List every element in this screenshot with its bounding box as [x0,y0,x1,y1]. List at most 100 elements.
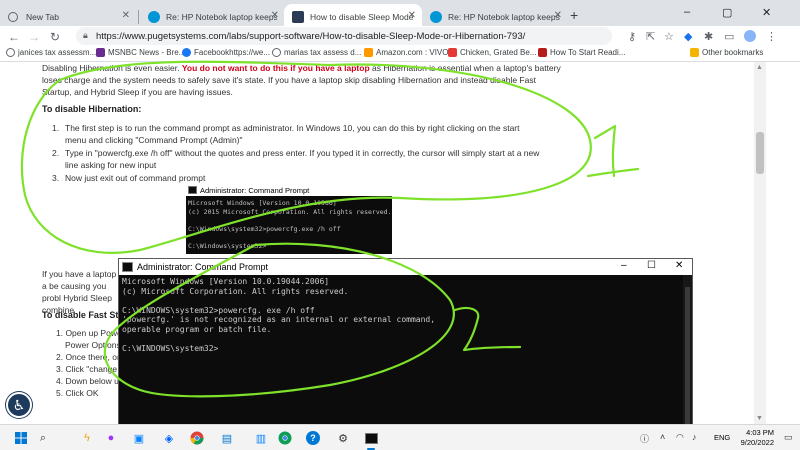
chrome-icon[interactable] [188,429,206,447]
close-tab-icon[interactable]: ✕ [122,10,130,21]
cmd-screenshot-image: Administrator: Command Prompt Microsoft … [186,184,392,254]
close-tab-icon[interactable]: ✕ [271,10,279,21]
fast-startup-steps: 1. Open up Power Power Options 2. Once t… [56,327,126,399]
scroll-thumb[interactable] [756,132,764,174]
folder-icon [690,48,699,57]
list-item: 3. Click "change [56,364,118,374]
lock-icon[interactable]: 🔒︎ [83,30,88,41]
tab-label: Re: HP Notebok laptop keeps sh [166,12,277,22]
puzzle-icon[interactable]: ✱ [704,30,713,43]
cmd-taskbar-icon[interactable] [362,429,380,450]
bookmark-label: Facebookhttps://we... [194,48,271,57]
bookmark-label: Other bookmarks [702,48,764,57]
scroll-up-arrow-icon[interactable]: ▲ [756,64,763,71]
hp-logo-icon [430,11,442,23]
cmd-console-output[interactable]: Microsoft Windows [Version 10.0.19044.20… [119,275,684,429]
notification-icon[interactable]: ▭ [784,432,793,443]
system-clock[interactable]: 4:03 PM 9/20/2022 [728,428,774,448]
photos-icon[interactable]: ▤ [218,429,236,447]
back-arrow-icon[interactable]: ← [8,30,20,44]
cmd-icon [122,262,133,272]
screenshot-title: Administrator: Command Prompt [200,185,310,195]
list-item: 3. Now just exit out of command prompt [52,172,542,184]
amazon-icon [364,48,373,57]
help-icon[interactable]: ? [304,429,322,447]
chrome-profile-icon[interactable] [276,429,294,447]
command-prompt-window[interactable]: Administrator: Command Prompt – ☐ ✕ Micr… [118,258,693,428]
star-icon[interactable]: ☆ [664,30,674,43]
step-text: Now just exit out of command prompt [65,173,206,183]
chevron-up-icon[interactable]: ˄ [660,432,665,442]
reload-icon[interactable]: ↻ [50,30,60,44]
bookmark-item[interactable]: Amazon.com : VIVO... [364,48,455,57]
help-tray-icon[interactable]: ⓘ [640,432,649,445]
hp-logo-icon [148,11,160,23]
cmd-scrollbar[interactable] [683,275,692,427]
bookmark-label: How To Start Readi... [550,48,626,57]
puget-logo-icon [292,11,304,23]
cmd-scroll-thumb[interactable] [685,287,690,427]
profile-avatar[interactable] [744,30,756,42]
share-icon[interactable]: ⇱ [646,30,655,43]
bookmark-item[interactable]: marias tax assess d... [272,48,361,57]
fast-startup-intro: If you have a laptop a be causing you pr… [42,269,117,315]
minimize-button[interactable]: – [684,6,690,18]
bookmark-item[interactable]: MSNBC News - Bre... [96,48,185,57]
bookmark-item[interactable]: Chicken, Grated Be... [448,48,536,57]
bookmark-item[interactable]: Facebookhttps://we... [182,48,270,57]
page-scrollbar[interactable]: ▲ ▼ [754,62,766,424]
desktop-screen: New Tab ✕ Re: HP Notebok laptop keeps sh… [0,0,800,450]
extension-icon[interactable]: ◆ [684,30,692,43]
key-icon[interactable]: ⚷ [628,30,636,43]
winamp-icon[interactable]: ϟ [78,429,96,447]
recipe-icon [448,48,457,57]
list-item: 5. Click OK [56,388,99,398]
accessibility-icon[interactable]: ♿︎ [6,392,32,418]
cmd-titlebar[interactable]: Administrator: Command Prompt – ☐ ✕ [119,259,692,275]
maximize-button[interactable]: ▢ [722,6,732,19]
menu-kebab-icon[interactable]: ⋮ [766,30,777,43]
list-item: 2. Once there, on [56,352,122,362]
cmd-close-button[interactable]: ✕ [675,260,683,271]
close-tab-icon[interactable]: ✕ [408,10,416,21]
step-text: The first step is to run the command pro… [65,123,520,145]
globe-icon [8,12,18,22]
volume-icon[interactable]: ♪ [692,432,697,442]
bookmark-label: marias tax assess d... [284,48,362,57]
bookmark-item[interactable]: janices tax assessm... [6,48,96,57]
bookmark-label: MSNBC News - Bre... [108,48,186,57]
list-item: 1. Open up Power [56,328,125,338]
tab-label: New Tab [26,12,59,22]
list-item: Power Options [65,340,121,350]
step-number: 2. [52,148,60,158]
settings-gear-icon[interactable]: ⚙ [334,429,352,447]
hibernation-steps: 1. The first step is to run the command p… [52,122,542,185]
close-tab-icon[interactable]: ✕ [554,10,562,21]
cmd-maximize-button[interactable]: ☐ [647,260,656,271]
scroll-down-arrow-icon[interactable]: ▼ [756,415,763,422]
search-icon[interactable]: ⌕ [34,429,52,447]
app-icon[interactable]: ▥ [252,429,270,447]
tab-label: Re: HP Notebok laptop keeps sh [448,12,560,22]
start-windows-icon[interactable] [12,429,30,447]
new-tab-button[interactable]: + [570,7,578,23]
intro-paragraph: Disabling Hibernation is even easier. Yo… [42,62,562,98]
messenger-icon[interactable]: ● [102,429,120,447]
clock-time: 4:03 PM [746,428,774,437]
screenshot-console-text: Microsoft Windows [Version 10.0.10586] (… [188,199,392,250]
dropbox-icon[interactable]: ◈ [160,429,178,447]
forward-arrow-icon[interactable]: → [28,30,40,44]
address-bar[interactable]: 🔒︎ https://www.pugetsystems.com/labs/sup… [76,27,612,45]
wifi-icon[interactable]: ◠ [676,432,684,443]
globe-icon [272,48,281,57]
sidebar-icon[interactable]: ▭ [724,30,734,43]
url-text: https://www.pugetsystems.com/labs/suppor… [96,30,526,42]
close-window-button[interactable]: ✕ [762,6,771,19]
cmd-minimize-button[interactable]: – [621,260,627,271]
other-bookmarks[interactable]: Other bookmarks [690,48,763,57]
facebook-icon [182,48,191,57]
files-icon[interactable]: ▣ [130,429,148,447]
windows-taskbar: ⌕ ϟ ● ▣ ◈ ▤ ▥ ? ⚙ ⓘ ˄ ◠ ♪ ENG 4:03 PM 9/… [0,424,800,450]
bookmark-item[interactable]: How To Start Readi... [538,48,625,57]
bookmark-label: Chicken, Grated Be... [460,48,537,57]
